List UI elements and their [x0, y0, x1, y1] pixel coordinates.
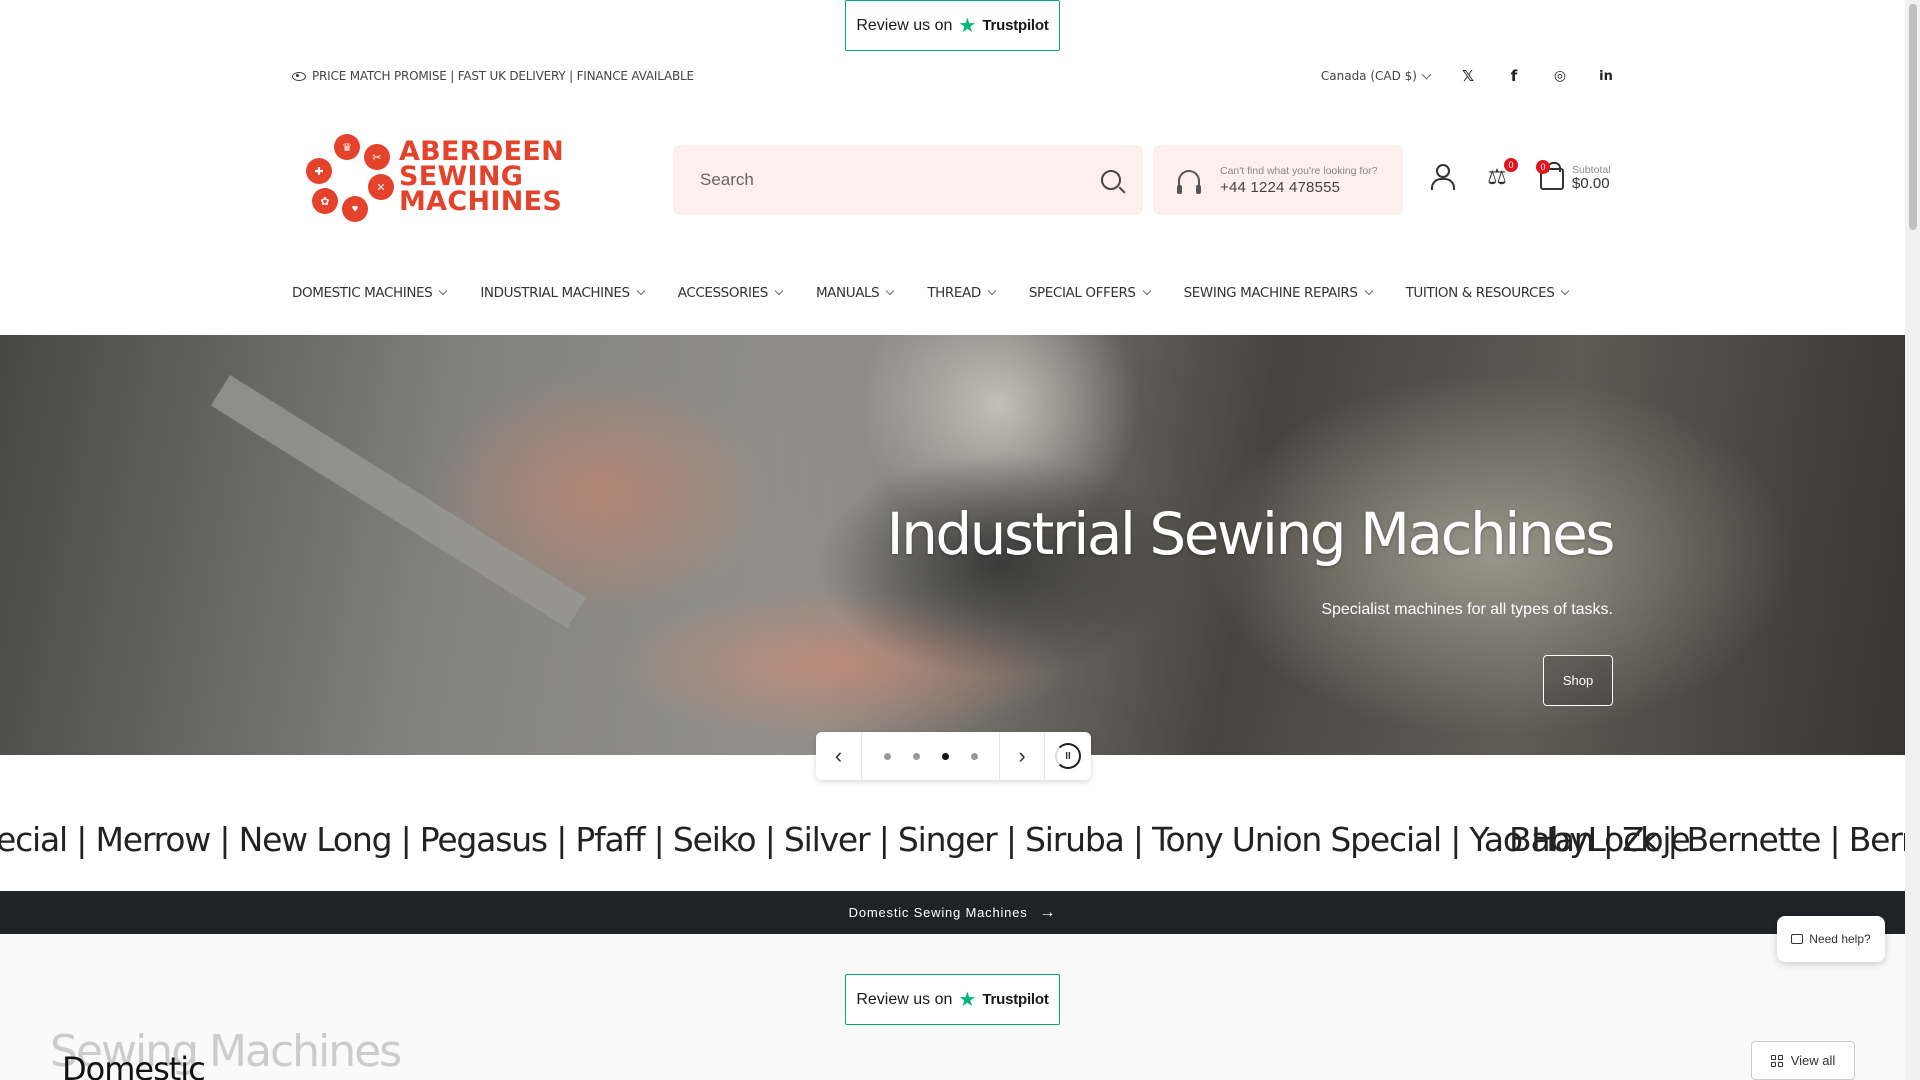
- nav-item-thread[interactable]: THREAD: [927, 285, 997, 301]
- nav-item-special-offers[interactable]: SPECIAL OFFERS: [1029, 285, 1151, 301]
- cart-icon: 0: [1536, 160, 1564, 190]
- currency-selector[interactable]: Canada (CAD $): [1320, 69, 1432, 83]
- hero-shop-button[interactable]: Shop: [1543, 655, 1613, 706]
- site-logo[interactable]: ♛ ✂ ✚ ✕ ✿ ♥ ABERDEEN SEWING MACHINES: [304, 130, 564, 222]
- slide-dots: [862, 752, 999, 760]
- nav-item-sewing-machine-repairs[interactable]: SEWING MACHINE REPAIRS: [1184, 285, 1373, 301]
- chevron-down-icon: [774, 286, 784, 296]
- headset-icon: [1177, 170, 1201, 194]
- hero-slider: Industrial Sewing Machines Specialist ma…: [0, 335, 1905, 755]
- arrow-right-icon: →: [1039, 903, 1057, 921]
- chevron-down-icon: [886, 286, 895, 296]
- chevron-down-icon: [439, 286, 448, 296]
- slide-dot[interactable]: [883, 752, 891, 760]
- logo-mark-icon: ♛ ✂ ✚ ✕ ✿ ♥: [304, 130, 394, 222]
- page: Review us on ★ Trustpilot PRICE MATCH PR…: [0, 0, 1920, 1080]
- chevron-left-icon: ‹: [834, 743, 843, 768]
- help-label: Can't find what you're looking for?: [1220, 164, 1378, 177]
- help-phone: +44 1224 478555: [1220, 178, 1341, 196]
- hero-subtitle: Specialist machines for all types of tas…: [1321, 601, 1613, 618]
- cart-button[interactable]: 0 Subtotal $0.00: [1536, 160, 1611, 192]
- chevron-right-icon: ›: [1018, 743, 1026, 768]
- trustpilot-review-button[interactable]: Review us on ★ Trustpilot: [845, 0, 1060, 51]
- brand-list-industrial: ecial | Merrow | New Long | Pegasus | Pf…: [0, 820, 1691, 859]
- need-help-button[interactable]: Need help?: [1777, 916, 1885, 962]
- hero-title: Industrial Sewing Machines: [886, 500, 1615, 568]
- dark-bar-label: Domestic Sewing Machines: [848, 905, 1028, 920]
- view-all-button[interactable]: View all: [1751, 1041, 1855, 1080]
- help-contact[interactable]: Can't find what you're looking for? +44 …: [1153, 145, 1403, 215]
- search-input[interactable]: [700, 170, 1101, 190]
- promo-message: PRICE MATCH PROMISE | FAST UK DELIVERY |…: [292, 69, 694, 83]
- brand-marquee: ecial | Merrow | New Long | Pegasus | Pf…: [0, 820, 1905, 870]
- currency-label: Canada (CAD $): [1320, 69, 1417, 83]
- trustpilot-review-button-bottom[interactable]: Review us on ★ Trustpilot: [845, 974, 1060, 1025]
- view-all-label: View all: [1790, 1053, 1836, 1068]
- facebook-icon[interactable]: f: [1506, 67, 1522, 85]
- header-icons: ⚖ 0 0 Subtotal $0.00: [1430, 158, 1611, 192]
- subtotal-value: $0.00: [1572, 175, 1610, 192]
- nav-item-tuition-resources[interactable]: TUITION & RESOURCES: [1406, 285, 1570, 301]
- chevron-down-icon: [1561, 286, 1570, 296]
- prev-slide-button[interactable]: ‹: [816, 732, 862, 780]
- search-icon[interactable]: [1101, 170, 1121, 190]
- nav-item-manuals[interactable]: MANUALS: [816, 285, 895, 301]
- pause-slideshow-button[interactable]: II: [1045, 732, 1091, 780]
- trustpilot-star-icon: ★: [958, 14, 977, 37]
- page-scrollbar[interactable]: [1905, 0, 1920, 1080]
- slide-dot-active[interactable]: [941, 752, 949, 760]
- trustpilot-label: Review us on: [856, 990, 953, 1008]
- chevron-down-icon: [1364, 286, 1373, 296]
- chevron-down-icon: [1142, 286, 1151, 296]
- main-nav: DOMESTIC MACHINES INDUSTRIAL MACHINES AC…: [292, 285, 1602, 301]
- grid-icon: [1770, 1054, 1783, 1067]
- nav-item-accessories[interactable]: ACCESSORIES: [678, 285, 784, 301]
- x-icon[interactable]: 𝕏: [1460, 67, 1476, 85]
- chat-icon: [1791, 934, 1804, 944]
- top-bar: PRICE MATCH PROMISE | FAST UK DELIVERY |…: [292, 66, 1614, 86]
- slide-dot[interactable]: [912, 752, 920, 760]
- logo-text: ABERDEEN SEWING MACHINES: [398, 135, 564, 217]
- scrollbar-thumb[interactable]: [1909, 4, 1917, 230]
- account-icon[interactable]: [1430, 164, 1455, 190]
- compare-count-badge: 0: [1504, 158, 1518, 172]
- chevron-down-icon: [636, 286, 645, 296]
- trustpilot-brand: Trustpilot: [982, 991, 1049, 1008]
- instagram-icon[interactable]: ◎: [1552, 68, 1568, 84]
- nav-item-domestic-machines[interactable]: DOMESTIC MACHINES: [292, 285, 448, 301]
- trustpilot-label: Review us on: [856, 16, 953, 34]
- chevron-down-icon: [987, 286, 997, 296]
- domestic-sewing-machines-link[interactable]: Domestic Sewing Machines →: [0, 891, 1905, 934]
- brand-list-domestic: BabyLock | Bernette | Bernina: [1509, 820, 1905, 859]
- top-bar-right: Canada (CAD $) 𝕏 f ◎ in: [1321, 67, 1614, 85]
- linkedin-icon[interactable]: in: [1598, 69, 1614, 84]
- next-slide-button[interactable]: ›: [999, 732, 1045, 780]
- slider-controls: ‹ › II: [816, 732, 1091, 780]
- search-bar: [673, 145, 1143, 215]
- pause-icon: II: [1055, 743, 1081, 769]
- need-help-label: Need help?: [1809, 932, 1871, 946]
- promo-text: PRICE MATCH PROMISE | FAST UK DELIVERY |…: [312, 69, 694, 83]
- cart-count-badge: 0: [1536, 160, 1550, 174]
- trustpilot-brand: Trustpilot: [982, 17, 1049, 34]
- slide-dot[interactable]: [970, 752, 978, 760]
- compare-icon[interactable]: ⚖ 0: [1484, 158, 1518, 190]
- chevron-down-icon: [1421, 69, 1432, 79]
- section-subtitle: Domestic: [62, 1050, 206, 1080]
- trustpilot-star-icon: ★: [958, 988, 977, 1011]
- nav-item-industrial-machines[interactable]: INDUSTRIAL MACHINES: [480, 285, 645, 301]
- eye-icon: [292, 71, 306, 81]
